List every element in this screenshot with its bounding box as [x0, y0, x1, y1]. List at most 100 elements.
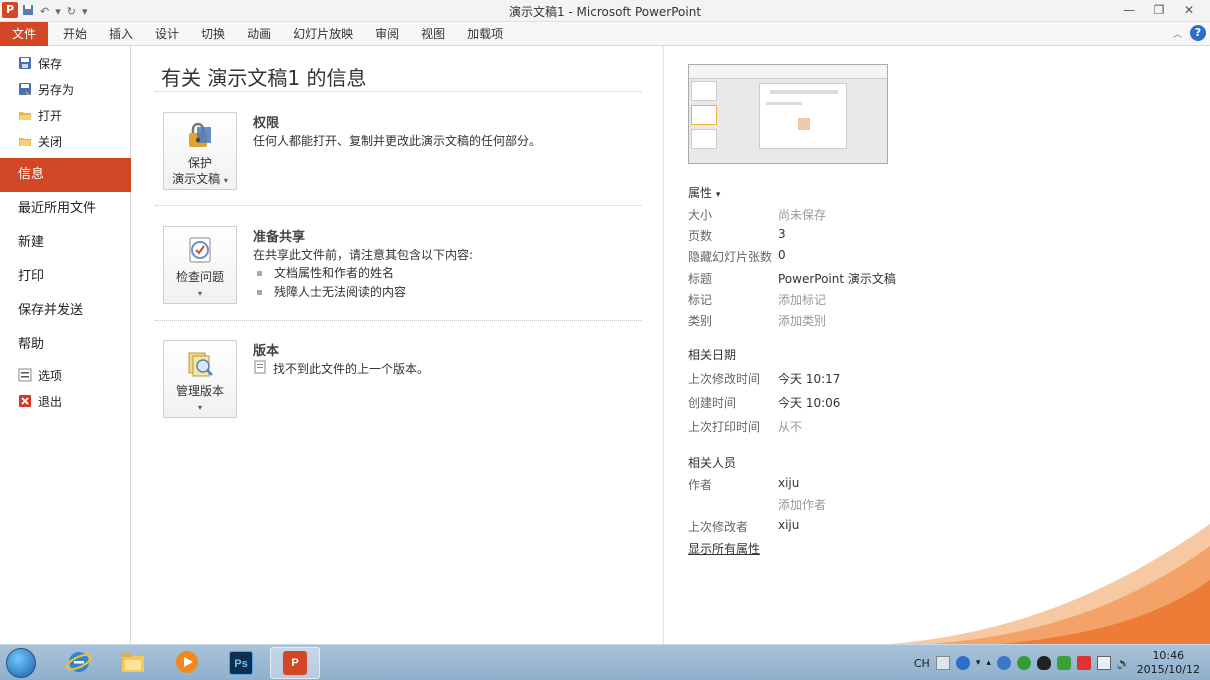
save-icon	[18, 56, 32, 70]
page-title: 有关 演示文稿1 的信息	[161, 66, 367, 90]
decorative-swoosh	[890, 524, 1210, 644]
last-modified-by-key: 上次修改者	[688, 520, 749, 534]
property-row: 标题 PowerPoint 演示文稿	[688, 270, 1188, 290]
property-row: 隐藏幻灯片张数 0	[688, 248, 1188, 268]
prepare-bullet: 残障人士无法阅读的内容	[257, 283, 406, 300]
user-icon[interactable]	[996, 656, 1011, 670]
start-button-icon[interactable]	[6, 648, 36, 678]
flag-icon[interactable]	[1076, 656, 1091, 670]
nav-info[interactable]: 信息	[0, 158, 139, 192]
tab-insert[interactable]: 插入	[98, 22, 144, 46]
folder-icon	[120, 650, 146, 677]
author-row: 作者 xiju	[688, 476, 1188, 496]
protect-button-line2: 演示文稿	[172, 172, 221, 186]
explorer-taskbar-item[interactable]	[108, 647, 158, 679]
category-field[interactable]: 添加类别	[778, 312, 826, 329]
close-folder-icon	[18, 134, 32, 148]
tab-design[interactable]: 设计	[144, 22, 190, 46]
ribbon-right-controls: ︿ ?	[1173, 25, 1206, 41]
tags-field[interactable]: 添加标记	[778, 291, 826, 308]
nav-open[interactable]: 打开	[0, 102, 130, 128]
nav-close[interactable]: 关闭	[0, 128, 130, 154]
nav-print[interactable]: 打印	[0, 260, 130, 294]
preview-slide	[691, 129, 717, 149]
tab-home[interactable]: 开始	[52, 22, 98, 46]
tab-file[interactable]: 文件	[0, 22, 48, 46]
add-icon[interactable]	[1016, 656, 1031, 670]
properties-panel: 属性 ▾ 大小 尚未保存 页数 3 隐藏幻灯片张数 0 标题 PowerPoin…	[663, 46, 1210, 644]
tab-addins[interactable]: 加载项	[456, 22, 514, 46]
prepare-description: 在共享此文件前，请注意其包含以下内容:	[253, 248, 474, 262]
manage-versions-label: 管理版本	[175, 384, 224, 398]
versions-description-row: 找不到此文件的上一个版本。	[253, 360, 429, 377]
help-tray-icon[interactable]	[955, 656, 970, 670]
volume-icon[interactable]: 🔈	[1117, 657, 1131, 670]
taskbar: Ps P CH ▾ ▴ 🔈 10:46 2015/10/12	[0, 644, 1210, 680]
keyboard-icon[interactable]	[935, 656, 950, 670]
tab-view[interactable]: 视图	[410, 22, 456, 46]
tab-animations[interactable]: 动画	[236, 22, 282, 46]
powerpoint-taskbar-item[interactable]: P	[270, 647, 320, 679]
tab-review[interactable]: 审阅	[364, 22, 410, 46]
title-field[interactable]: PowerPoint 演示文稿	[778, 270, 896, 287]
date-value: 今天 10:17	[778, 372, 841, 386]
preview-placeholder-icon	[798, 118, 810, 130]
close-icon[interactable]: ✕	[1174, 1, 1204, 19]
chevron-down-icon[interactable]: ▾	[976, 658, 981, 668]
last-modified-by-row: 上次修改者 xiju	[688, 518, 1188, 538]
restore-icon[interactable]: ❐	[1144, 1, 1174, 19]
photoshop-icon: Ps	[229, 651, 253, 675]
photoshop-taskbar-item[interactable]: Ps	[216, 647, 266, 679]
shield-icon[interactable]	[1056, 656, 1071, 670]
collapse-ribbon-icon[interactable]: ︿	[1173, 27, 1182, 40]
media-player-icon	[174, 649, 200, 678]
add-author-field[interactable]: 添加作者	[778, 496, 826, 513]
nav-save[interactable]: 保存	[0, 50, 130, 76]
nav-recent[interactable]: 最近所用文件	[0, 192, 130, 226]
manage-versions-button[interactable]: 管理版本 ▾	[163, 340, 237, 418]
preview-title-line	[770, 90, 838, 94]
slide-preview-thumbnail[interactable]	[688, 64, 888, 164]
property-row: 页数 3	[688, 227, 1188, 247]
date-value: 今天 10:06	[778, 396, 841, 410]
help-icon[interactable]: ?	[1190, 25, 1206, 41]
preview-slide	[691, 105, 717, 125]
property-value: 0	[778, 248, 786, 262]
minimize-icon[interactable]: —	[1114, 1, 1144, 19]
chevron-down-icon: ▾	[715, 190, 721, 200]
nav-options-label: 选项	[38, 368, 63, 383]
network-icon[interactable]	[1096, 656, 1111, 670]
divider	[155, 320, 641, 321]
exit-icon	[18, 394, 32, 408]
versions-icon	[185, 349, 215, 379]
ribbon-tab-list: 开始 插入 设计 切换 动画 幻灯片放映 审阅 视图 加载项	[52, 22, 514, 46]
chevron-up-icon[interactable]: ▴	[986, 658, 991, 668]
tab-slideshow[interactable]: 幻灯片放映	[282, 22, 364, 46]
date-key: 上次打印时间	[688, 420, 761, 434]
qq-penguin-icon[interactable]	[1036, 656, 1051, 670]
nav-options[interactable]: 选项	[0, 362, 130, 388]
nav-help[interactable]: 帮助	[0, 328, 130, 362]
nav-exit[interactable]: 退出	[0, 388, 130, 414]
property-row: 类别 添加类别	[688, 312, 1188, 332]
clock[interactable]: 10:46 2015/10/12	[1137, 649, 1200, 677]
protect-presentation-button[interactable]: 保护 演示文稿 ▾	[163, 112, 237, 190]
check-issues-button[interactable]: 检查问题 ▾	[163, 226, 237, 304]
tab-transitions[interactable]: 切换	[190, 22, 236, 46]
window-title: 演示文稿1 - Microsoft PowerPoint	[508, 5, 702, 19]
author-value[interactable]: xiju	[778, 476, 799, 490]
properties-header[interactable]: 属性 ▾	[688, 184, 720, 201]
media-player-taskbar-item[interactable]	[162, 647, 212, 679]
nav-save-as-label: 另存为	[38, 82, 75, 97]
nav-new[interactable]: 新建	[0, 226, 130, 260]
property-value: 3	[778, 227, 786, 241]
nav-save-send[interactable]: 保存并发送	[0, 294, 130, 328]
related-people-header: 相关人员	[688, 456, 737, 470]
preview-slide	[691, 81, 717, 101]
show-all-properties-link[interactable]: 显示所有属性	[688, 540, 760, 557]
ie-taskbar-item[interactable]	[54, 647, 104, 679]
language-indicator[interactable]: CH	[914, 657, 930, 670]
protect-button-line1: 保护	[187, 156, 212, 170]
date-value: 从不	[778, 420, 803, 434]
nav-save-as[interactable]: 另存为	[0, 76, 130, 102]
